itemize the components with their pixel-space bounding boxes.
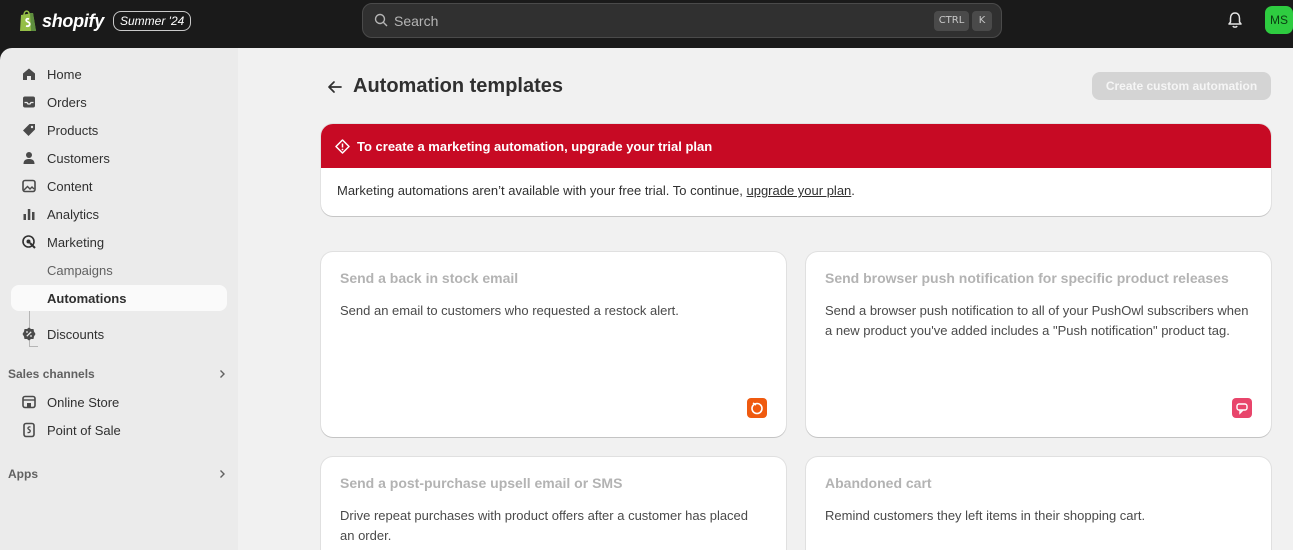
sidebar-item-label: Discounts (47, 326, 105, 342)
sidebar-item-label: Online Store (47, 394, 120, 410)
banner-text-end: . (851, 183, 855, 198)
card-description: Send an email to customers who requested… (340, 303, 679, 318)
card-title: Abandoned cart (825, 475, 932, 491)
top-bar: shopify Summer '24 Search CTRL K MS (0, 0, 1293, 48)
sales-channels-header[interactable]: Sales channels (8, 364, 228, 384)
card-description: Remind customers they left items in thei… (825, 508, 1146, 523)
template-card[interactable]: Send browser push notification for speci… (806, 252, 1271, 437)
banner-text: Marketing automations aren’t available w… (337, 183, 747, 198)
sidebar-item-label: Analytics (47, 206, 100, 222)
pos-icon (23, 422, 35, 438)
sidebar-item-orders[interactable]: Orders (11, 89, 227, 115)
banner-body: Marketing automations aren’t available w… (321, 168, 1271, 198)
brand-name: shopify (42, 10, 104, 31)
page-title: Automation templates (353, 75, 564, 97)
card-description: Drive repeat purchases with product offe… (340, 508, 749, 543)
shortcut-ctrl-key: CTRL (934, 11, 969, 31)
sidebar-item-online-store[interactable]: Online Store (11, 389, 227, 415)
sidebar-item-home[interactable]: Home (11, 61, 227, 87)
sidebar: Home Orders Products Customers Content A… (0, 48, 238, 550)
upgrade-plan-link[interactable]: upgrade your plan (746, 183, 851, 198)
section-title: Apps (8, 467, 38, 481)
sidebar-item-point-of-sale[interactable]: Point of Sale (11, 417, 227, 443)
sidebar-item-marketing[interactable]: Marketing (11, 229, 227, 255)
shortcut-k-key: K (972, 11, 992, 31)
back-arrow-icon[interactable] (324, 77, 346, 97)
apps-header[interactable]: Apps (8, 464, 228, 484)
card-description: Send a browser push notification to all … (825, 303, 1249, 338)
inbox-icon (23, 96, 35, 108)
search-icon (374, 13, 388, 27)
upgrade-banner: To create a marketing automation, upgrad… (321, 124, 1271, 216)
sidebar-item-analytics[interactable]: Analytics (11, 201, 227, 227)
sidebar-item-label: Point of Sale (47, 422, 121, 438)
template-card[interactable]: Send a post-purchase upsell email or SMS… (321, 457, 786, 550)
edition-badge[interactable]: Summer '24 (113, 11, 192, 31)
banner-title: To create a marketing automation, upgrad… (357, 138, 713, 154)
sidebar-item-label: Marketing (47, 234, 105, 250)
sidebar-item-label: Campaigns (47, 262, 113, 278)
pushowl-app-icon (1232, 398, 1252, 418)
bar-chart-icon (23, 209, 35, 220)
warning-diamond-icon (335, 138, 350, 154)
card-title: Send a back in stock email (340, 270, 519, 286)
sidebar-item-label: Home (47, 66, 82, 82)
tag-icon (23, 124, 35, 136)
sidebar-item-content[interactable]: Content (11, 173, 227, 199)
discount-icon (22, 327, 36, 341)
card-title: Send browser push notification for speci… (825, 270, 1229, 286)
chevron-right-icon (220, 470, 225, 478)
avatar[interactable]: MS (1265, 6, 1293, 34)
shopify-bag-icon (20, 10, 36, 31)
chevron-right-icon (220, 370, 225, 378)
search-bar[interactable]: Search CTRL K (362, 3, 1002, 38)
home-icon (23, 68, 35, 80)
sidebar-item-label: Content (47, 178, 93, 194)
card-title: Send a post-purchase upsell email or SMS (340, 475, 623, 491)
restock-app-icon (747, 398, 767, 418)
create-custom-automation-button[interactable]: Create custom automation (1092, 72, 1271, 100)
sidebar-item-products[interactable]: Products (11, 117, 227, 143)
store-icon (22, 395, 36, 409)
person-icon (23, 152, 35, 164)
sidebar-item-customers[interactable]: Customers (11, 145, 227, 171)
sidebar-item-label: Customers (47, 150, 110, 166)
bell-icon[interactable] (1226, 11, 1244, 29)
sidebar-item-label: Automations (47, 290, 127, 306)
template-card[interactable]: Abandoned cart Remind customers they lef… (806, 457, 1271, 550)
sidebar-item-label: Products (47, 122, 99, 138)
sidebar-item-automations[interactable]: Automations (11, 285, 227, 311)
main-content: Automation templates Create custom autom… (238, 48, 1293, 550)
section-title: Sales channels (8, 367, 95, 381)
target-icon (22, 235, 36, 249)
template-card[interactable]: Send a back in stock email Send an email… (321, 252, 786, 437)
sidebar-item-discounts[interactable]: Discounts (11, 321, 227, 347)
sidebar-item-label: Orders (47, 94, 87, 110)
search-placeholder: Search (394, 13, 439, 29)
image-icon (22, 179, 36, 193)
banner-header: To create a marketing automation, upgrad… (321, 124, 1271, 168)
sidebar-item-campaigns[interactable]: Campaigns (11, 257, 227, 283)
shopify-logo[interactable]: shopify (18, 9, 104, 33)
